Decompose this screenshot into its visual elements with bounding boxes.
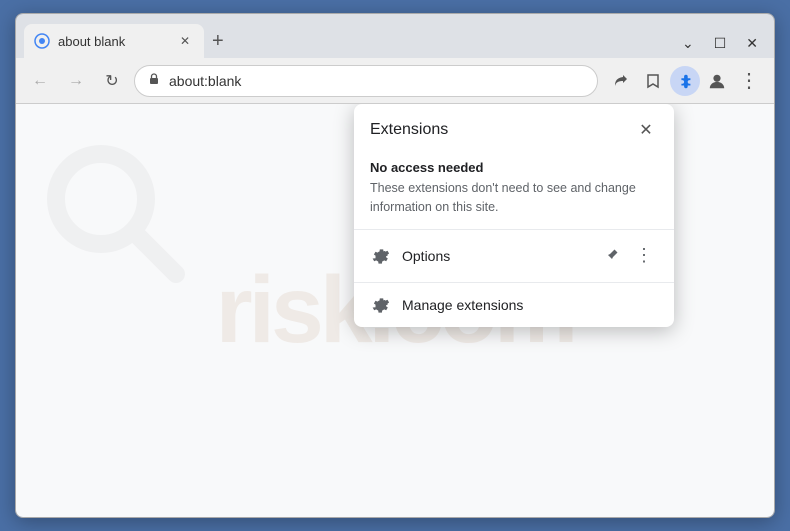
menu-button[interactable]: ⋮ <box>734 66 764 96</box>
tab-title: about blank <box>58 34 125 49</box>
options-actions: ⋮ <box>598 242 658 270</box>
popup-section-desc: These extensions don't need to see and c… <box>354 177 674 229</box>
url-bar[interactable]: about:blank <box>134 65 598 97</box>
minimize-button[interactable]: ⌄ <box>674 33 702 54</box>
restore-button[interactable]: ☐ <box>706 33 735 54</box>
url-text: about:blank <box>169 73 585 89</box>
popup-header: Extensions ✕ <box>354 104 674 152</box>
toolbar-actions: ⋮ <box>606 66 764 96</box>
tab-close-button[interactable]: ✕ <box>176 32 194 50</box>
manage-extensions-row[interactable]: Manage extensions <box>354 283 674 327</box>
share-button[interactable] <box>606 66 636 96</box>
reload-button[interactable]: ↻ <box>98 67 126 95</box>
pin-button[interactable] <box>598 242 626 270</box>
options-gear-icon <box>370 246 390 266</box>
manage-gear-icon <box>370 295 390 315</box>
manage-extensions-label: Manage extensions <box>402 297 658 313</box>
page-content: risk.com Extensions ✕ No access needed T… <box>16 104 774 517</box>
window-controls: ⌄ ☐ ✕ <box>674 33 766 58</box>
new-tab-button[interactable]: + <box>204 24 232 58</box>
forward-button[interactable]: → <box>62 67 90 95</box>
browser-window: about blank ✕ + ⌄ ☐ ✕ ← → ↻ about:blank <box>15 13 775 518</box>
profile-button[interactable] <box>702 66 732 96</box>
lock-icon <box>147 72 161 89</box>
tab-favicon-icon <box>34 33 50 49</box>
options-row[interactable]: Options ⋮ <box>354 230 674 282</box>
popup-close-button[interactable]: ✕ <box>634 118 658 142</box>
back-button[interactable]: ← <box>26 67 54 95</box>
tab-bar: about blank ✕ + ⌄ ☐ ✕ <box>16 14 774 58</box>
options-label: Options <box>402 248 586 264</box>
close-button[interactable]: ✕ <box>738 33 766 54</box>
popup-title: Extensions <box>370 121 448 139</box>
extensions-button[interactable] <box>670 66 700 96</box>
active-tab[interactable]: about blank ✕ <box>24 24 204 58</box>
bookmark-button[interactable] <box>638 66 668 96</box>
popup-section-title: No access needed <box>354 152 674 177</box>
extension-more-button[interactable]: ⋮ <box>630 242 658 270</box>
address-bar: ← → ↻ about:blank <box>16 58 774 104</box>
extensions-popup: Extensions ✕ No access needed These exte… <box>354 104 674 327</box>
